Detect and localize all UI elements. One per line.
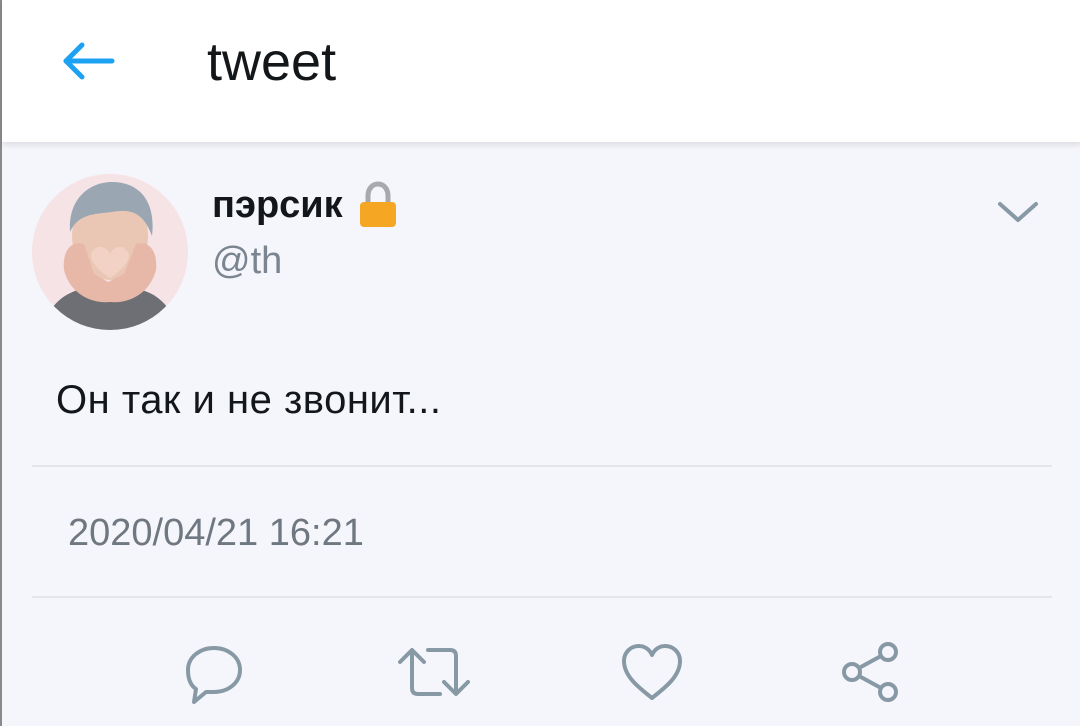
tweet-timestamp: 2020/04/21 16:21 (68, 512, 364, 554)
page-title: tweet (207, 32, 337, 92)
avatar[interactable] (32, 174, 188, 330)
divider (32, 596, 1052, 598)
author-name[interactable]: пэрсик (212, 184, 343, 227)
like-icon (622, 644, 682, 700)
back-button[interactable] (54, 30, 122, 92)
top-app-bar: tweet (2, 0, 1080, 142)
author-row: пэрсик (212, 180, 399, 230)
tweet-actions-bar (2, 632, 1080, 712)
reply-icon (186, 646, 242, 704)
chevron-down-icon (998, 202, 1038, 222)
lock-icon (359, 181, 396, 227)
arrow-left-icon (63, 42, 115, 80)
share-button[interactable] (830, 632, 910, 712)
retweet-icon (398, 648, 470, 696)
share-icon (842, 642, 898, 702)
divider (32, 465, 1052, 467)
reply-button[interactable] (174, 632, 254, 712)
tweet-menu-button[interactable] (990, 190, 1046, 234)
tweet-detail-screen: tweet пэрсик @th Он так и не звонит... 2… (0, 0, 1080, 726)
like-button[interactable] (612, 632, 692, 712)
avatar-image (32, 174, 188, 330)
retweet-button[interactable] (394, 632, 474, 712)
author-handle[interactable]: @th (212, 240, 282, 283)
tweet-text: Он так и не звонит... (56, 378, 442, 422)
